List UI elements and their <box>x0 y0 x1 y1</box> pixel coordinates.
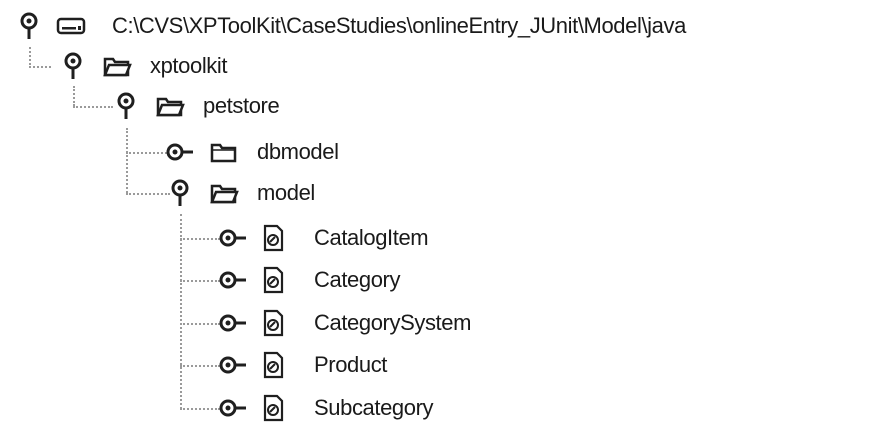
tree-node-label: CatalogItem <box>314 225 429 250</box>
explorer-tree: C:\CVS\XPToolKit\CaseStudies\onlineEntry… <box>0 0 888 423</box>
tree-node-label: dbmodel <box>257 139 339 164</box>
tree-node-category[interactable]: Category <box>218 258 400 302</box>
expanded-node-handle-icon[interactable] <box>111 91 141 121</box>
expanded-node-handle-icon[interactable] <box>165 178 195 208</box>
tree-node-xptoolkit[interactable]: xptoolkit <box>58 44 228 88</box>
tree-node-label: Category <box>314 267 401 292</box>
expanded-node-handle-icon[interactable] <box>14 11 44 41</box>
java-file-icon <box>258 265 288 295</box>
tree-guide-line <box>126 152 170 154</box>
folder-closed-icon <box>209 137 239 167</box>
tree-guide-line <box>180 214 182 409</box>
tree-node-product[interactable]: Product <box>218 343 387 387</box>
tree-root-label: C:\CVS\XPToolKit\CaseStudies\onlineEntry… <box>112 13 686 38</box>
tree-node-dbmodel[interactable]: dbmodel <box>165 130 339 174</box>
tree-node-label: CategorySystem <box>314 310 472 335</box>
expanded-node-handle-icon[interactable] <box>58 51 88 81</box>
tree-node-label: xptoolkit <box>150 53 228 78</box>
tree-guide-line <box>180 408 220 410</box>
tree-node-categorysystem[interactable]: CategorySystem <box>218 301 471 345</box>
tree-guide-line <box>180 323 220 325</box>
tree-guide-line <box>180 238 220 240</box>
drive-icon <box>56 11 86 41</box>
tree-guide-line <box>180 365 220 367</box>
folder-open-icon <box>155 91 185 121</box>
collapsed-node-handle-icon[interactable] <box>218 350 248 380</box>
collapsed-node-handle-icon[interactable] <box>218 223 248 253</box>
tree-node-label: petstore <box>203 93 280 118</box>
folder-open-icon <box>209 178 239 208</box>
tree-node-petstore[interactable]: petstore <box>111 84 280 128</box>
folder-open-icon <box>102 51 132 81</box>
tree-node-model[interactable]: model <box>165 171 315 215</box>
tree-guide-line <box>73 86 75 106</box>
java-file-icon <box>258 393 288 423</box>
tree-guide-line <box>73 106 113 108</box>
java-file-icon <box>258 308 288 338</box>
tree-root-row[interactable]: C:\CVS\XPToolKit\CaseStudies\onlineEntry… <box>14 4 686 48</box>
tree-guide-line <box>29 47 31 65</box>
tree-node-subcategory[interactable]: Subcategory <box>218 386 434 430</box>
tree-guide-line <box>126 128 128 193</box>
tree-node-catalogitem[interactable]: CatalogItem <box>218 216 429 260</box>
collapsed-node-handle-icon[interactable] <box>165 137 195 167</box>
collapsed-node-handle-icon[interactable] <box>218 265 248 295</box>
collapsed-node-handle-icon[interactable] <box>218 308 248 338</box>
collapsed-node-handle-icon[interactable] <box>218 393 248 423</box>
tree-node-label: Subcategory <box>314 395 434 420</box>
java-file-icon <box>258 350 288 380</box>
tree-guide-line <box>126 193 170 195</box>
tree-node-label: Product <box>314 352 388 377</box>
java-file-icon <box>258 223 288 253</box>
tree-guide-line <box>180 280 220 282</box>
tree-node-label: model <box>257 180 315 205</box>
tree-guide-line <box>29 66 51 68</box>
